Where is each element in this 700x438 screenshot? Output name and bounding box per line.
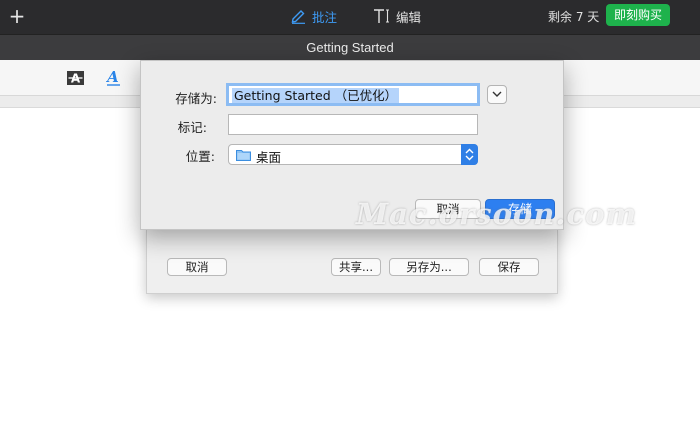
strikethrough-icon[interactable]: A [66,69,86,87]
sheet-save-button[interactable]: 保存 [479,258,539,276]
where-label: 位置: [185,149,215,164]
svg-text:A: A [105,69,119,86]
save-dialog: 存储为: Getting Started （已优化） 标记: 位置: 桌面 取消… [140,60,564,230]
location-select[interactable]: 桌面 [228,144,478,165]
plus-icon[interactable]: + [8,5,26,27]
save-as-button[interactable]: 另存为... [389,258,469,276]
tags-input[interactable] [228,114,478,135]
share-button[interactable]: 共享... [331,258,381,276]
annotate-mode-label: 批注 [312,9,338,25]
dialog-save-button[interactable]: 存储 [485,199,555,219]
pen-icon [290,8,307,24]
underline-icon[interactable]: A [104,68,124,87]
expand-dialog-button[interactable] [487,85,507,104]
edit-mode-button[interactable]: 编辑 [373,6,421,26]
file-name-input[interactable]: Getting Started （已优化） [226,83,480,106]
tags-label: 标记: [177,120,207,135]
buy-now-button[interactable]: 即刻购买 [606,4,670,26]
edit-mode-label: 编辑 [396,9,422,25]
annotate-mode-button[interactable]: 批注 [290,6,337,26]
save-as-label: 存储为: [175,91,217,106]
text-cursor-icon [373,8,391,24]
updown-arrows-icon [461,144,478,165]
file-name-value: Getting Started （已优化） [232,88,400,103]
trial-days-remaining: 剩余 7 天 [548,10,600,24]
sheet-cancel-button[interactable]: 取消 [167,258,227,276]
location-value: 桌面 [256,150,282,165]
save-changes-sheet: 取消 共享... 另存为... 保存 [146,226,558,294]
top-toolbar: + 批注 编辑 剩余 7 天 即刻购买 [0,0,700,34]
document-title: Getting Started [0,34,700,60]
dialog-cancel-button[interactable]: 取消 [415,199,481,219]
folder-icon [236,149,251,164]
